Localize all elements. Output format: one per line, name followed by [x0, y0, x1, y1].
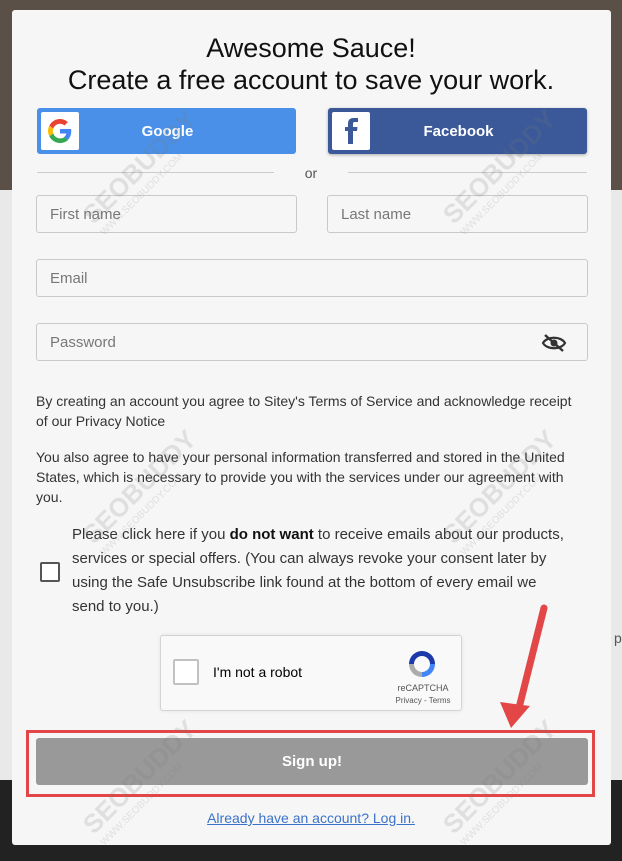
optout-text-prefix: Please click here if you [72, 526, 230, 543]
divider-right [348, 172, 587, 173]
login-link[interactable]: Already have an account? Log in. [0, 810, 622, 826]
data-transfer-notice: You also agree to have your personal inf… [36, 449, 565, 505]
or-separator: or [304, 165, 318, 181]
terms-notice: By creating an account you agree to Site… [36, 393, 572, 429]
last-name-input[interactable] [328, 196, 587, 232]
google-signup-button[interactable]: Google [37, 108, 296, 154]
password-field[interactable] [36, 323, 588, 361]
signup-button[interactable]: Sign up! [36, 738, 588, 785]
email-optout-label: Please click here if you do not want to … [72, 523, 572, 619]
email-input[interactable] [37, 260, 587, 296]
email-field[interactable] [36, 259, 588, 297]
facebook-icon [332, 112, 370, 150]
recaptcha-privacy-terms-links[interactable]: Privacy - Terms [389, 696, 457, 705]
facebook-button-label: Facebook [423, 122, 494, 140]
last-name-field[interactable] [327, 195, 588, 233]
google-icon [41, 112, 79, 150]
google-button-label: Google [141, 122, 194, 140]
recaptcha-checkbox[interactable] [173, 659, 199, 685]
first-name-field[interactable] [36, 195, 297, 233]
recaptcha-label: I'm not a robot [213, 664, 303, 680]
first-name-input[interactable] [37, 196, 296, 232]
password-input[interactable] [37, 324, 587, 360]
recaptcha-logo-icon [409, 651, 435, 677]
modal-title: Awesome Sauce! Create a free account to … [0, 32, 622, 96]
title-line-2: Create a free account to save your work. [67, 65, 555, 95]
background-text: p [614, 630, 622, 646]
recaptcha-widget: I'm not a robot reCAPTCHA Privacy - Term… [160, 635, 462, 711]
divider-left [37, 172, 274, 173]
email-optout-checkbox[interactable] [40, 562, 60, 582]
title-line-1: Awesome Sauce! [206, 33, 416, 63]
toggle-password-visibility-icon[interactable] [541, 333, 567, 353]
facebook-signup-button[interactable]: Facebook [328, 108, 587, 154]
recaptcha-brand: reCAPTCHA [397, 683, 449, 693]
optout-text-bold: do not want [229, 526, 314, 543]
